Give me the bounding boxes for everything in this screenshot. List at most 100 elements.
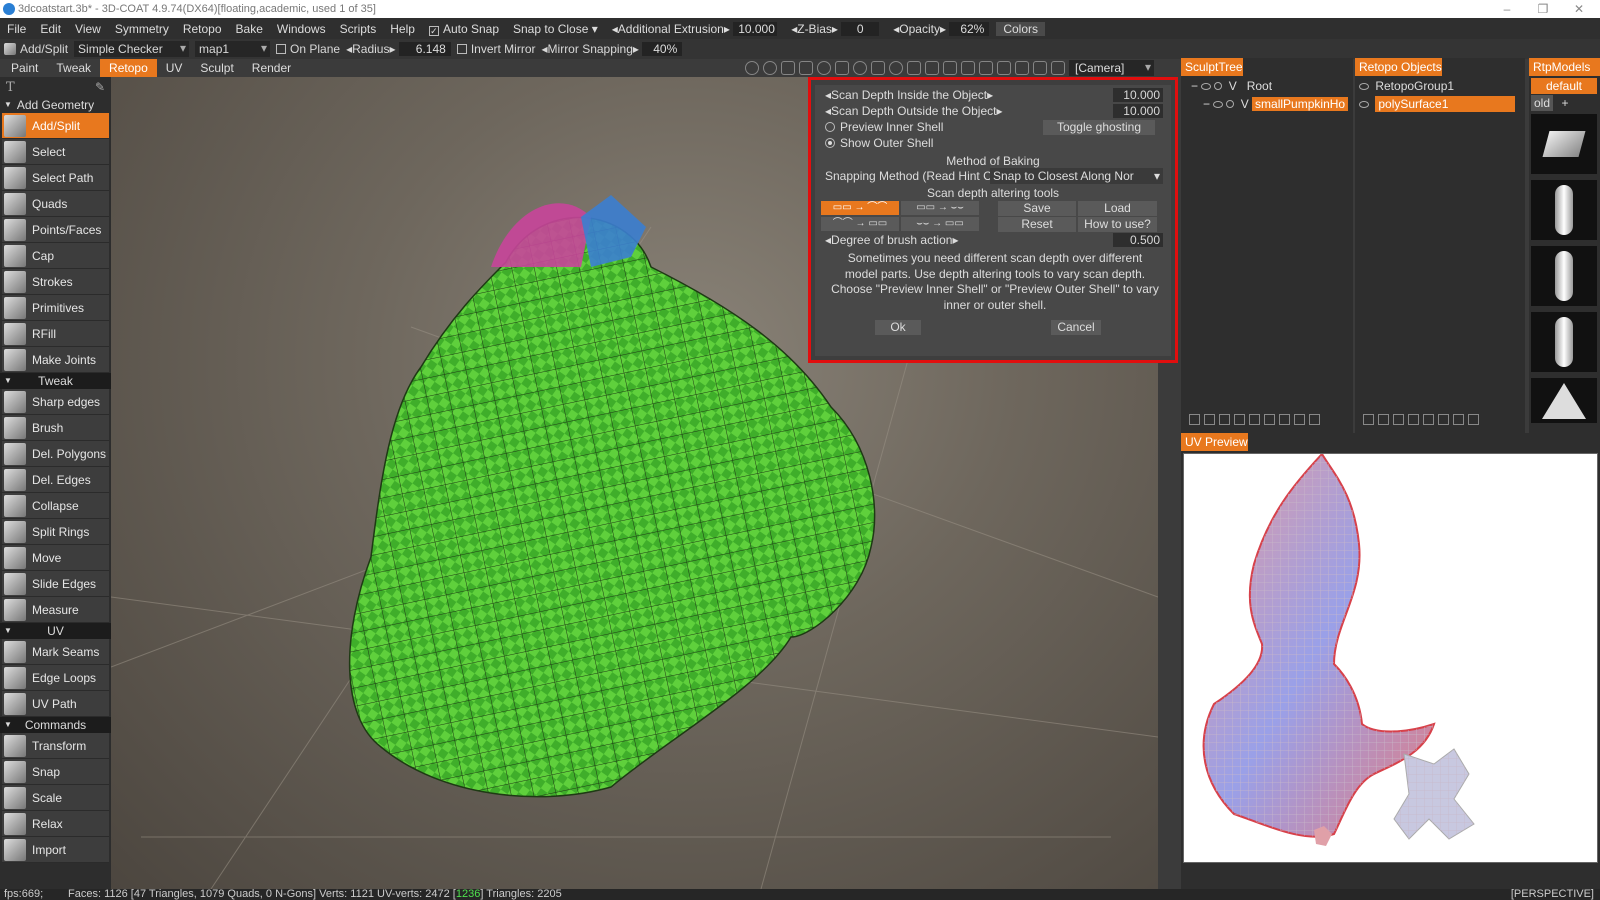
zbias-value[interactable]: 0 xyxy=(841,21,880,36)
reset-button[interactable]: Reset xyxy=(998,217,1076,232)
grid-icon[interactable] xyxy=(799,61,813,75)
tool-sharp-edges[interactable]: Sharp edges xyxy=(2,389,109,415)
sphere-icon[interactable] xyxy=(817,61,831,75)
tool-transform[interactable]: Transform xyxy=(2,733,109,759)
export-icon[interactable] xyxy=(1294,414,1305,425)
text-tool-icon[interactable]: T xyxy=(6,80,15,95)
menu-windows[interactable]: Windows xyxy=(270,22,333,36)
model-thumb-box[interactable] xyxy=(1531,114,1597,174)
model-thumb-capsule-3[interactable] xyxy=(1531,312,1597,372)
move-icon[interactable] xyxy=(871,61,885,75)
cube-icon[interactable] xyxy=(979,61,993,75)
eye-icon[interactable] xyxy=(1359,83,1369,90)
cancel-button[interactable]: Cancel xyxy=(1051,320,1101,335)
tool-split-rings[interactable]: Split Rings xyxy=(2,519,109,545)
home-icon[interactable] xyxy=(961,61,975,75)
fit-icon[interactable] xyxy=(925,61,939,75)
model-thumb-capsule-2[interactable] xyxy=(1531,246,1597,306)
degree-value[interactable]: 0.500 xyxy=(1113,233,1163,247)
tool-strokes[interactable]: Strokes xyxy=(2,269,109,295)
tab-retopo[interactable]: Retopo xyxy=(100,59,157,77)
zbias[interactable]: ◂Z-Bias▸ 0 xyxy=(784,21,886,36)
ok-button[interactable]: Ok xyxy=(875,320,921,335)
pin-icon[interactable] xyxy=(1264,414,1275,425)
on-plane-toggle[interactable]: On Plane xyxy=(276,42,340,56)
eye-icon[interactable] xyxy=(1201,83,1212,90)
how-to-use-button[interactable]: How to use? xyxy=(1078,217,1157,232)
retopo-objects-title[interactable]: Retopo Objects xyxy=(1355,58,1442,76)
tool-rfill[interactable]: RFill xyxy=(2,321,109,347)
tab-render[interactable]: Render xyxy=(243,59,300,77)
section-header[interactable]: ▼ Commands xyxy=(0,717,111,733)
pen-icon[interactable]: ✎ xyxy=(95,80,105,94)
tool-collapse[interactable]: Collapse xyxy=(2,493,109,519)
tool-mark-seams[interactable]: Mark Seams xyxy=(2,639,109,665)
tool-scale[interactable]: Scale xyxy=(2,785,109,811)
opacity[interactable]: ◂Opacity▸ 62% xyxy=(886,21,996,36)
tool-cap[interactable]: Cap xyxy=(2,243,109,269)
rtp-models-title[interactable]: RtpModels xyxy=(1529,58,1600,76)
eye-icon[interactable] xyxy=(1213,101,1224,108)
invert-mirror-checkbox[interactable] xyxy=(456,44,467,54)
tab-paint[interactable]: Paint xyxy=(2,59,47,77)
preset-old[interactable]: old xyxy=(1531,95,1553,111)
export-icon[interactable] xyxy=(1453,414,1464,425)
tool-move[interactable]: Move xyxy=(2,545,109,571)
depth-tool-3-button[interactable]: ⌒⌒ → ▭▭ xyxy=(821,217,899,231)
tool-points-faces[interactable]: Points/Faces xyxy=(2,217,109,243)
maximize-button[interactable]: ❐ xyxy=(1528,0,1558,18)
tool-edge-loops[interactable]: Edge Loops xyxy=(2,665,109,691)
focus-icon[interactable] xyxy=(943,61,957,75)
retopo-group-row[interactable]: RetopoGroup1 xyxy=(1359,78,1521,94)
import-icon[interactable] xyxy=(1249,414,1260,425)
scan-inside-value[interactable]: 10.000 xyxy=(1113,88,1163,102)
perspective-icon[interactable] xyxy=(907,61,921,75)
toggle-ghosting-button[interactable]: Toggle ghosting xyxy=(1043,120,1155,135)
collapse-triangle-icon[interactable]: ▼ xyxy=(4,97,12,113)
wire-grid-icon[interactable] xyxy=(997,61,1011,75)
menu-view[interactable]: View xyxy=(68,22,108,36)
rotate-icon[interactable] xyxy=(853,61,867,75)
uv-preview-title[interactable]: UV Preview xyxy=(1181,433,1248,451)
sculpt-tree-title[interactable]: SculptTree xyxy=(1181,58,1243,76)
tool-relax[interactable]: Relax xyxy=(2,811,109,837)
tool-quads[interactable]: Quads xyxy=(2,191,109,217)
add-layer-icon[interactable] xyxy=(1363,414,1374,425)
copy-icon[interactable] xyxy=(1204,414,1215,425)
menu-edit[interactable]: Edit xyxy=(33,22,68,36)
tool-import[interactable]: Import xyxy=(2,837,109,863)
zoom-icon[interactable] xyxy=(889,61,903,75)
radio-outer[interactable] xyxy=(825,138,835,148)
section-header[interactable]: ▼ UV xyxy=(0,623,111,639)
tree-row-pumpkin[interactable]: − V smallPumpkinHo xyxy=(1203,96,1349,112)
close-window-button[interactable]: ✕ xyxy=(1564,0,1594,18)
model-thumb-cone[interactable] xyxy=(1531,378,1597,423)
tool-add-split[interactable]: Add/Split xyxy=(2,113,109,139)
colors-button[interactable]: Colors xyxy=(996,21,1046,36)
trash-icon[interactable] xyxy=(1309,414,1320,425)
section-header[interactable]: ▼ Add Geometry xyxy=(0,97,111,113)
tool-uv-path[interactable]: UV Path xyxy=(2,691,109,717)
menu-file[interactable]: File xyxy=(0,22,33,36)
collapse-triangle-icon[interactable]: ▼ xyxy=(4,623,12,639)
tool-primitives[interactable]: Primitives xyxy=(2,295,109,321)
scan-outside-row[interactable]: ◂Scan Depth Outside the Object▸ xyxy=(825,103,1003,119)
model-thumb-capsule-1[interactable] xyxy=(1531,180,1597,240)
map-select[interactable]: map1 xyxy=(195,41,271,57)
shading-icon[interactable] xyxy=(745,61,759,75)
material-select[interactable]: Simple Checker xyxy=(74,41,190,57)
tool-snap[interactable]: Snap xyxy=(2,759,109,785)
degree-row[interactable]: ◂Degree of brush action▸ xyxy=(825,232,958,248)
light-icon[interactable] xyxy=(763,61,777,75)
camera-select[interactable]: [Camera] xyxy=(1069,60,1154,76)
ghost-icon[interactable] xyxy=(1214,82,1223,90)
add-layer-icon[interactable] xyxy=(1189,414,1200,425)
pan-icon[interactable] xyxy=(835,61,849,75)
scan-outside-value[interactable]: 10.000 xyxy=(1113,104,1163,118)
tool-select[interactable]: Select xyxy=(2,139,109,165)
menu-scripts[interactable]: Scripts xyxy=(333,22,384,36)
list-icon[interactable] xyxy=(1279,414,1290,425)
tree-row-root[interactable]: − V Root xyxy=(1191,78,1272,94)
snap-to-close-select[interactable]: Snap to Close ▾ xyxy=(506,22,605,36)
tool-make-joints[interactable]: Make Joints xyxy=(2,347,109,373)
